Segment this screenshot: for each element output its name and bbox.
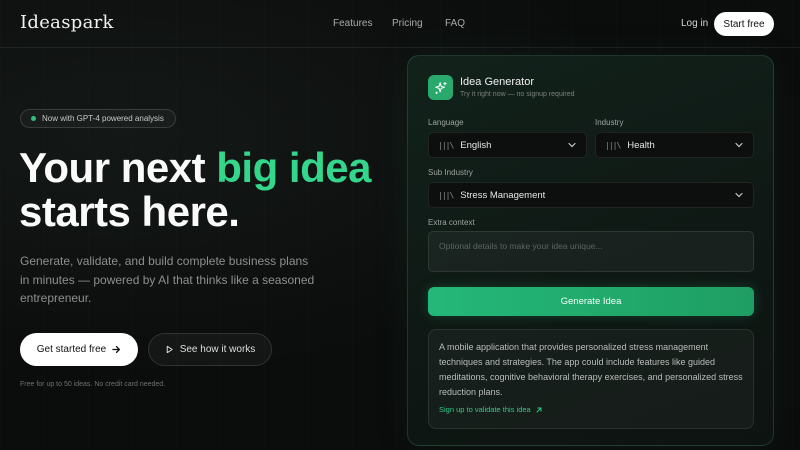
arrow-right-icon — [112, 345, 121, 354]
hero-title-accent: big idea — [216, 144, 371, 191]
arrow-up-right-icon — [536, 407, 542, 412]
library-icon: |||\ — [438, 190, 454, 200]
generated-idea-text: A mobile application that provides perso… — [439, 342, 743, 397]
top-nav: Ideaspark Features Pricing FAQ Log in St… — [0, 0, 800, 48]
chevron-down-icon — [568, 142, 576, 148]
extra-context-label: Extra context — [428, 218, 475, 227]
sub-industry-label: Sub Industry — [428, 168, 473, 177]
chevron-down-icon — [735, 192, 743, 198]
fine-print: Free for up to 50 ideas. No credit card … — [20, 381, 166, 388]
card-subtitle: Try it right now — no signup required — [460, 91, 575, 98]
logo[interactable]: Ideaspark — [20, 12, 114, 33]
chevron-down-icon — [735, 142, 743, 148]
announcement-text: Now with GPT-4 powered analysis — [42, 114, 164, 123]
login-link[interactable]: Log in — [681, 18, 708, 29]
nav-link-pricing[interactable]: Pricing — [392, 18, 423, 29]
industry-select[interactable]: |||\ Health — [595, 132, 754, 158]
announcement-badge: Now with GPT-4 powered analysis — [20, 109, 176, 128]
validate-idea-label: Sign up to validate this idea — [439, 405, 531, 414]
validate-idea-link[interactable]: Sign up to validate this idea — [439, 405, 543, 414]
see-how-label: See how it works — [179, 344, 256, 355]
generated-idea-result: A mobile application that provides perso… — [428, 329, 754, 429]
play-icon — [166, 345, 173, 354]
library-icon: |||\ — [438, 140, 454, 150]
get-started-label: Get started free — [36, 344, 107, 355]
library-icon: |||\ — [605, 140, 621, 150]
sub-industry-value: Stress Management — [460, 189, 546, 201]
hero-title-part1: Your next — [19, 144, 217, 191]
card-title: Idea Generator — [460, 76, 534, 88]
generate-idea-button[interactable]: Generate Idea — [428, 287, 754, 316]
language-value: English — [460, 139, 492, 151]
nav-link-faq[interactable]: FAQ — [445, 18, 465, 29]
get-started-button[interactable]: Get started free — [20, 333, 138, 366]
hero-subtitle: Generate, validate, and build complete b… — [20, 254, 315, 305]
nav-link-features[interactable]: Features — [333, 18, 372, 29]
industry-label: Industry — [595, 118, 624, 127]
idea-generator-card: Idea Generator Try it right now — no sig… — [407, 55, 774, 446]
sparkles-icon — [428, 75, 453, 100]
language-select[interactable]: |||\ English — [428, 132, 587, 158]
see-how-it-works-button[interactable]: See how it works — [148, 333, 272, 366]
sub-industry-select[interactable]: |||\ Stress Management — [428, 182, 754, 208]
hero-title: Your next big idea starts here. — [19, 146, 399, 234]
start-free-button[interactable]: Start free — [714, 12, 774, 36]
language-label: Language — [428, 118, 464, 127]
extra-context-input[interactable]: Optional details to make your idea uniqu… — [428, 231, 754, 272]
status-dot-icon — [31, 116, 36, 121]
industry-value: Health — [627, 139, 655, 151]
hero-title-part2: starts here. — [19, 188, 240, 235]
